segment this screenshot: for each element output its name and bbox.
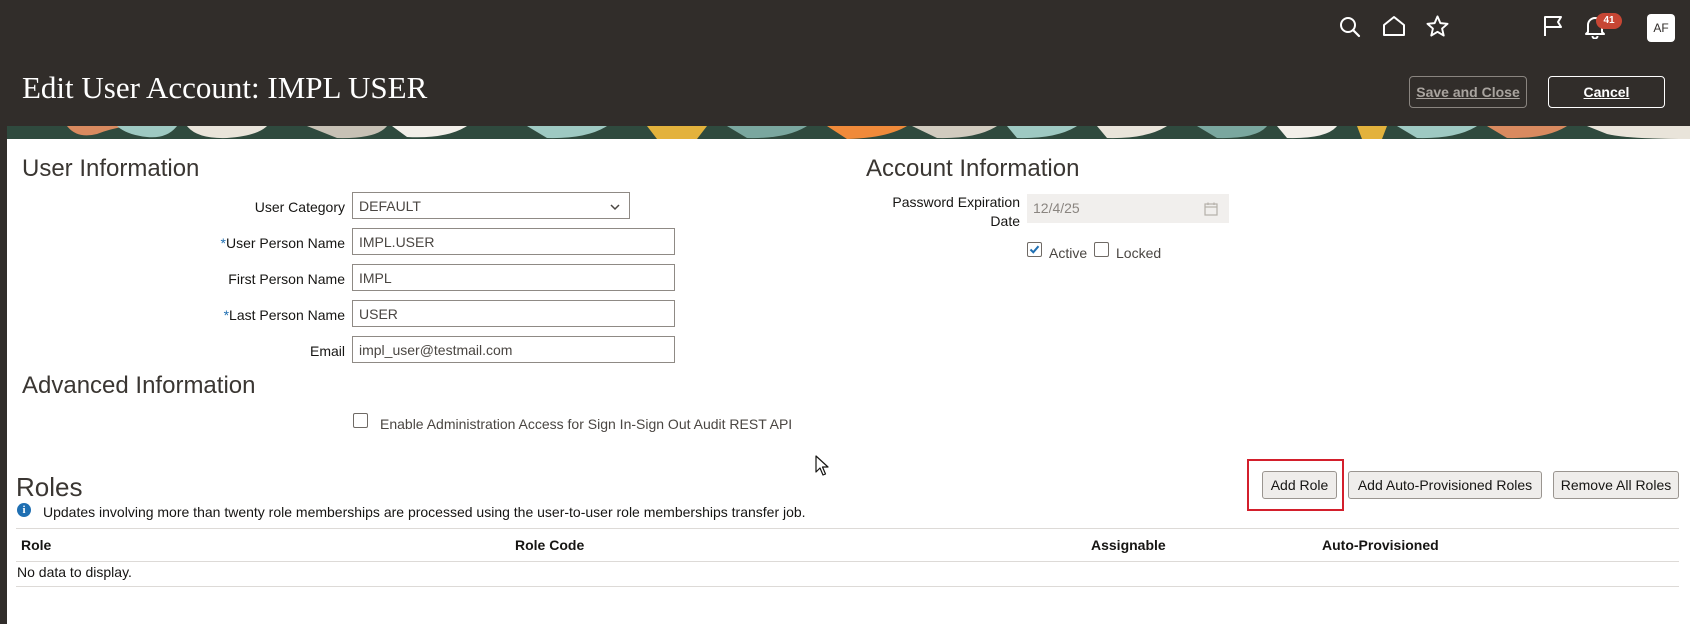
banner-pattern bbox=[7, 126, 1690, 139]
last-person-name-label: *Last Person Name bbox=[223, 307, 345, 323]
avatar[interactable]: AF bbox=[1647, 14, 1675, 42]
column-header-role[interactable]: Role bbox=[21, 537, 51, 553]
home-icon[interactable] bbox=[1382, 15, 1406, 37]
calendar-icon[interactable] bbox=[1204, 202, 1218, 221]
email-input[interactable] bbox=[352, 336, 675, 363]
global-header: 41 AF Edit User Account: IMPL USER Save … bbox=[0, 0, 1690, 128]
notification-badge: 41 bbox=[1596, 13, 1622, 29]
decorative-banner bbox=[7, 126, 1690, 139]
table-bottom-divider bbox=[16, 586, 1679, 587]
active-checkbox[interactable] bbox=[1027, 242, 1042, 257]
column-header-assignable[interactable]: Assignable bbox=[1091, 537, 1166, 553]
column-header-role-code[interactable]: Role Code bbox=[515, 537, 584, 553]
add-role-highlight bbox=[1247, 459, 1344, 511]
user-person-name-label: *User Person Name bbox=[220, 235, 346, 251]
table-header-divider bbox=[16, 561, 1679, 562]
last-person-name-input[interactable] bbox=[352, 300, 675, 327]
active-label: Active bbox=[1049, 245, 1088, 261]
remove-all-roles-button[interactable]: Remove All Roles bbox=[1553, 471, 1679, 499]
search-icon[interactable] bbox=[1339, 16, 1361, 38]
email-label: Email bbox=[309, 343, 345, 359]
roles-info-text: Updates involving more than twenty role … bbox=[43, 504, 806, 520]
user-person-name-input[interactable] bbox=[352, 228, 675, 255]
column-header-auto-provisioned[interactable]: Auto-Provisioned bbox=[1322, 537, 1439, 553]
locked-label: Locked bbox=[1116, 245, 1162, 261]
cancel-button[interactable]: Cancel bbox=[1548, 76, 1665, 108]
first-person-name-label: First Person Name bbox=[228, 271, 345, 287]
advanced-information-title: Advanced Information bbox=[22, 372, 256, 399]
account-information-title: Account Information bbox=[866, 155, 1080, 182]
table-top-divider bbox=[16, 528, 1679, 529]
password-expiration-label: Password Expiration Date bbox=[892, 194, 1020, 229]
user-category-select[interactable]: DEFAULT bbox=[352, 192, 630, 219]
admin-access-checkbox[interactable] bbox=[353, 413, 368, 428]
add-auto-provisioned-roles-button[interactable]: Add Auto-Provisioned Roles bbox=[1348, 471, 1542, 499]
flag-icon[interactable] bbox=[1542, 15, 1564, 37]
roles-title: Roles bbox=[16, 472, 83, 502]
password-expiration-date-field[interactable]: 12/4/25 bbox=[1027, 194, 1229, 223]
star-icon[interactable] bbox=[1426, 15, 1449, 37]
checkmark-icon bbox=[1029, 245, 1040, 254]
save-and-close-button[interactable]: Save and Close bbox=[1409, 76, 1527, 108]
user-category-value: DEFAULT bbox=[359, 198, 421, 214]
user-category-label: User Category bbox=[254, 199, 345, 215]
user-information-title: User Information bbox=[22, 155, 200, 182]
page-title: Edit User Account: IMPL USER bbox=[22, 70, 428, 105]
locked-checkbox[interactable] bbox=[1094, 242, 1109, 257]
info-icon: i bbox=[17, 503, 31, 517]
left-edge-strip bbox=[0, 0, 7, 624]
first-person-name-input[interactable] bbox=[352, 264, 675, 291]
empty-table-message: No data to display. bbox=[17, 564, 132, 580]
chevron-down-icon bbox=[609, 200, 621, 216]
mouse-pointer-icon bbox=[815, 455, 829, 482]
admin-access-label: Enable Administration Access for Sign In… bbox=[380, 416, 793, 432]
